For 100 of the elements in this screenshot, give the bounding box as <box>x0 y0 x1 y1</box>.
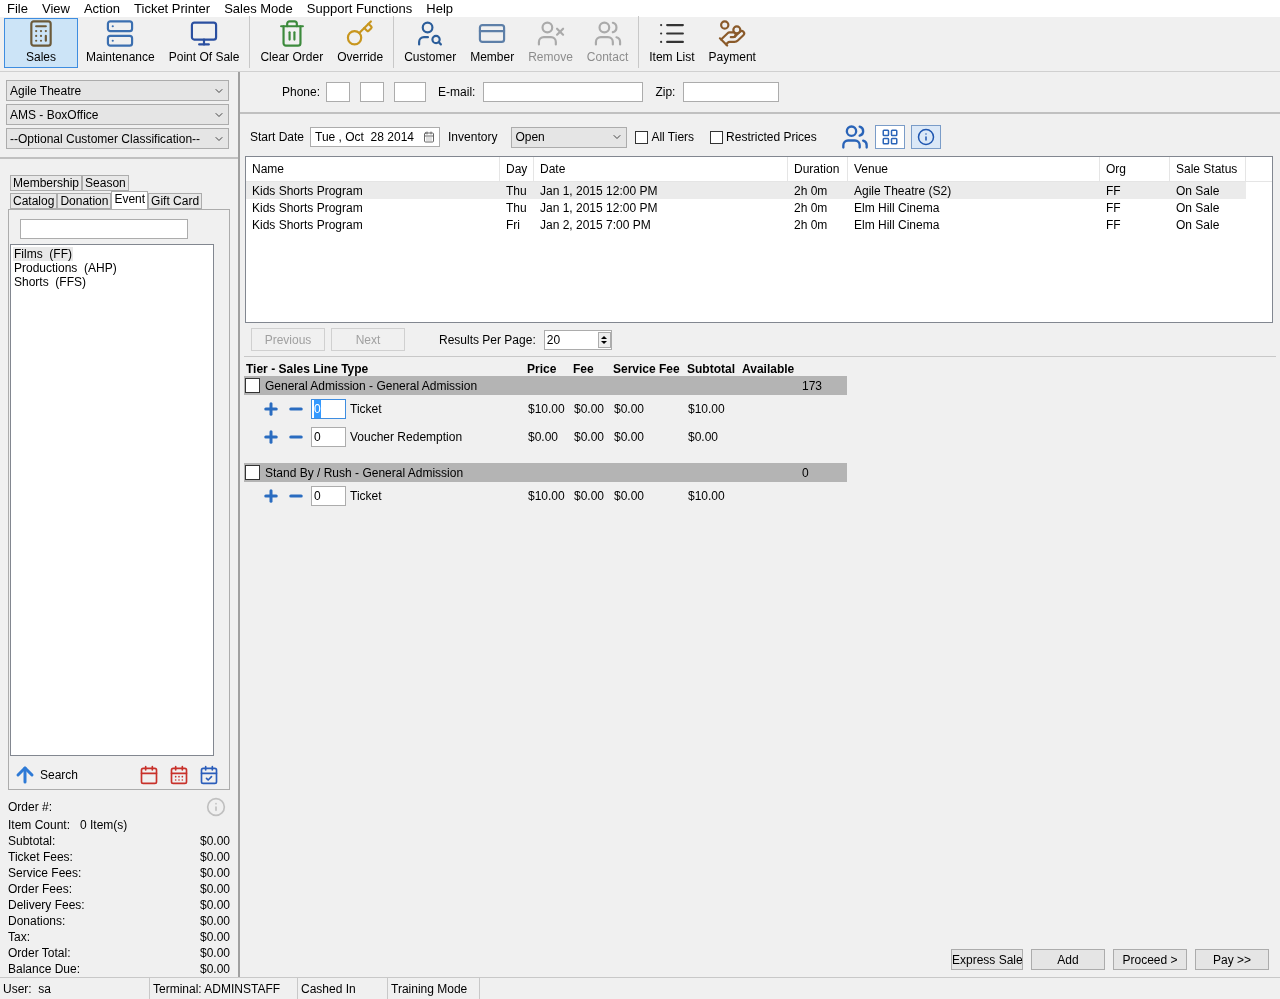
list-item[interactable]: Productions (AHP) <box>13 261 118 275</box>
column-header[interactable]: Sale Status <box>1170 157 1246 181</box>
users-icon[interactable] <box>840 123 869 151</box>
info-button[interactable] <box>910 125 941 149</box>
status-item: Terminal: ADMINSTAFF <box>150 978 298 999</box>
menu-item[interactable]: Ticket Printer <box>127 0 218 17</box>
plus-icon[interactable] <box>262 428 280 446</box>
select-field[interactable]: --Optional Customer Classification-- <box>6 128 229 149</box>
hand-coins-icon <box>717 19 748 48</box>
calendar-icon[interactable] <box>169 765 189 785</box>
menu-item[interactable]: Help <box>419 0 461 17</box>
tier-available: 173 <box>802 377 823 395</box>
menu-item[interactable]: Sales Mode <box>217 0 300 17</box>
table-cell-text: Kids Shorts Program <box>251 217 364 234</box>
tab[interactable]: Event <box>111 191 149 209</box>
zip-label: Zip: <box>655 84 676 101</box>
column-header: Service Fee <box>613 361 681 378</box>
subtotal-value: $0.00 <box>688 429 719 446</box>
search-field[interactable] <box>20 219 188 239</box>
inventory-select[interactable]: Open <box>511 126 628 148</box>
date-picker[interactable]: Tue , Oct 28 2014 <box>310 127 441 147</box>
status-item: Cashed In <box>298 978 388 999</box>
list-item[interactable]: Films (FF) <box>13 247 73 261</box>
toolbar-button[interactable]: Clear Order <box>254 18 330 68</box>
phone-field[interactable] <box>326 82 351 102</box>
toolbar-button[interactable]: Maintenance <box>80 18 161 68</box>
price-value: $0.00 <box>528 429 560 446</box>
tier-available: 0 <box>802 464 809 482</box>
zip-field[interactable] <box>683 82 780 102</box>
action-button[interactable]: Pay >> <box>1195 949 1269 970</box>
table-row[interactable]: Kids Shorts Program Thu Jan 1, 2015 12:00 PM 2h 0m Elm Hill Cinema FF On Sale <box>246 199 1246 216</box>
table-cell-text: Kids Shorts Program <box>251 200 364 217</box>
checkbox[interactable] <box>635 130 649 144</box>
table-cell-text: 2h 0m <box>793 200 829 217</box>
summary-label: Service Fees: <box>8 865 82 881</box>
results-per-page-field[interactable]: 20 <box>543 329 612 350</box>
checkbox[interactable] <box>245 378 260 393</box>
grid-icon <box>880 128 899 146</box>
summary-label: Subtotal: <box>8 833 56 849</box>
search-button[interactable]: Search <box>13 763 79 787</box>
info-icon <box>206 797 226 817</box>
menu-item[interactable]: View <box>34 0 77 17</box>
service-fee-value: $0.00 <box>614 488 646 505</box>
action-button[interactable]: Proceed > <box>1113 949 1187 970</box>
toolbar-button[interactable]: Point Of Sale <box>162 18 246 68</box>
tab[interactable]: Season <box>82 175 129 191</box>
toolbar-button[interactable]: Override <box>331 18 390 68</box>
grid-button[interactable] <box>874 125 905 149</box>
tier-header[interactable]: General Admission - General Admission 173 <box>244 376 847 395</box>
tab[interactable]: Catalog <box>10 193 58 209</box>
list-item[interactable]: Shorts (FFS) <box>13 275 87 289</box>
column-header[interactable]: Name <box>246 157 500 181</box>
column-header: Tier - Sales Line Type <box>246 361 370 378</box>
plus-icon[interactable] <box>262 487 280 505</box>
menu-item[interactable]: Support Functions <box>299 0 420 17</box>
order-number-label: Order #: <box>8 799 52 815</box>
tab[interactable]: Donation <box>57 193 112 209</box>
tier-name: General Admission - General Admission <box>265 377 479 395</box>
menu-item[interactable]: File <box>0 0 35 17</box>
phone-field[interactable] <box>360 82 385 102</box>
toolbar-button[interactable]: Payment <box>702 18 762 68</box>
table-row[interactable]: Kids Shorts Program Fri Jan 2, 2015 7:00 PM 2h 0m Elm Hill Cinema FF On Sale <box>246 216 1246 233</box>
email-field[interactable] <box>483 82 644 102</box>
table-cell-text: Thu <box>505 183 528 200</box>
quantity-field[interactable]: 0 <box>311 427 346 447</box>
tab[interactable]: Membership <box>10 175 83 191</box>
checkbox[interactable] <box>245 465 260 480</box>
menu-item[interactable]: Action <box>76 0 128 17</box>
tab[interactable]: Gift Card <box>148 193 203 209</box>
column-header[interactable]: Day <box>500 157 534 181</box>
table-cell-text: On Sale <box>1175 217 1221 234</box>
select-field[interactable]: AMS - BoxOffice <box>6 104 229 125</box>
table-cell-text: Elm Hill Cinema <box>853 217 941 234</box>
item-count-value: 0 Item(s) <box>80 817 128 833</box>
toolbar-button[interactable]: Item List <box>643 18 701 68</box>
checkbox[interactable] <box>710 130 724 144</box>
table-cell-text: Jan 1, 2015 12:00 PM <box>539 183 659 200</box>
tier-header[interactable]: Stand By / Rush - General Admission 0 <box>244 463 847 482</box>
calendar-icon[interactable] <box>139 765 159 785</box>
column-header[interactable]: Duration <box>788 157 848 181</box>
user-remove-icon <box>535 19 566 48</box>
table-row[interactable]: Kids Shorts Program Thu Jan 1, 2015 12:00 PM 2h 0m Agile Theatre (S2) FF On Sale <box>246 182 1246 199</box>
action-button[interactable]: Express Sale <box>951 949 1023 970</box>
toolbar-button[interactable]: Sales <box>4 18 78 68</box>
calendar-check-icon[interactable] <box>199 765 219 785</box>
table-cell-text: Thu <box>505 200 528 217</box>
column-header[interactable]: Venue <box>848 157 1100 181</box>
toolbar-button[interactable]: Customer <box>398 18 463 68</box>
select-field[interactable]: Agile Theatre <box>6 80 229 101</box>
column-header[interactable]: Org <box>1100 157 1170 181</box>
action-button[interactable]: Add <box>1031 949 1105 970</box>
column-header[interactable]: Date <box>534 157 788 181</box>
summary-label: Ticket Fees: <box>8 849 73 865</box>
table-cell-text: FF <box>1105 217 1122 234</box>
phone-field[interactable] <box>394 82 427 102</box>
item-count-label: Item Count: <box>8 817 72 833</box>
plus-icon[interactable] <box>262 400 280 418</box>
quantity-field[interactable]: 0 <box>311 486 346 506</box>
users-icon <box>592 19 623 48</box>
toolbar-button[interactable]: Member <box>464 18 521 68</box>
